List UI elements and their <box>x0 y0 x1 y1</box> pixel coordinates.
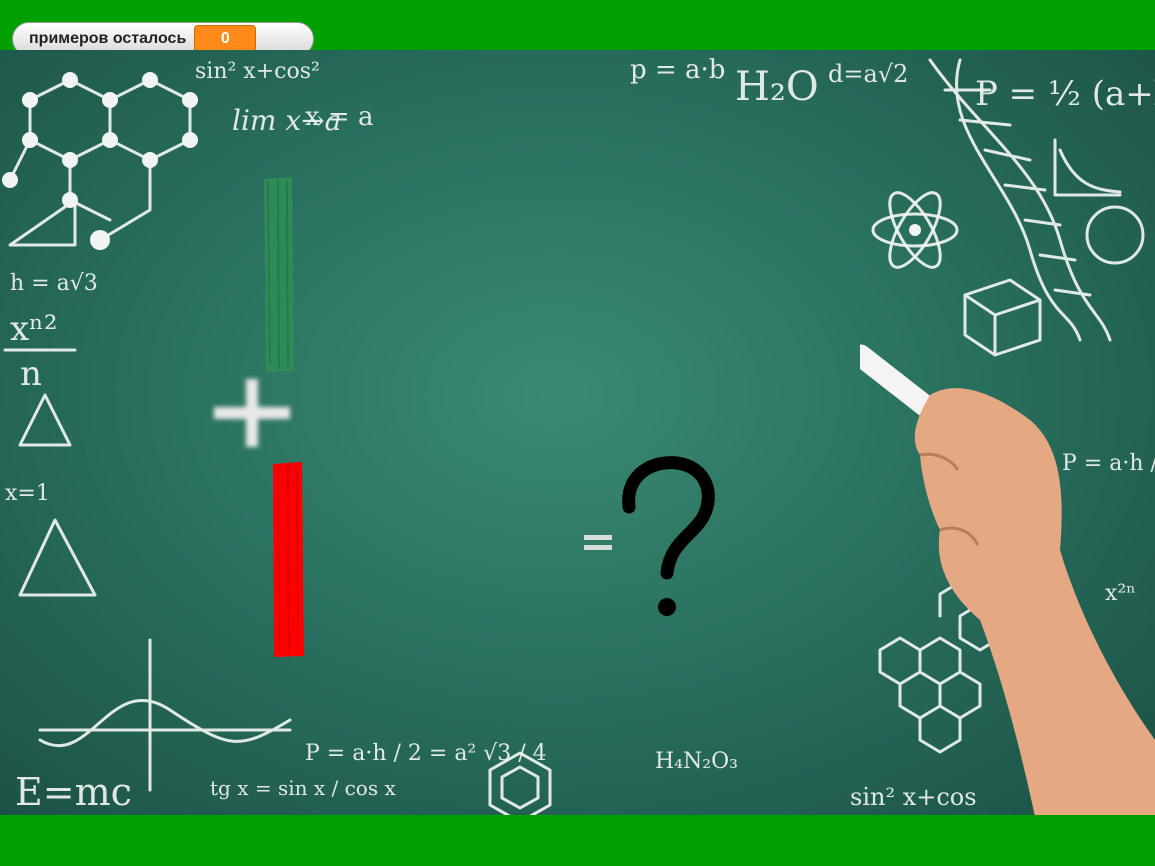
counter-label: примеров осталось <box>29 30 187 47</box>
radiation-icon <box>1085 205 1145 265</box>
formula-text: P = ½ (a+b) <box>975 74 1155 114</box>
graph-doodle <box>38 638 292 792</box>
answer-question-mark[interactable] <box>615 455 725 625</box>
formula-text: d=a√2 <box>828 60 908 88</box>
game-stage: примеров осталось 0 sin² x+cos² p = a·b … <box>0 0 1155 866</box>
formula-text: p = a·b <box>630 55 725 85</box>
formula-text: xⁿ² <box>10 309 58 349</box>
formula-text: H₂O <box>735 64 819 110</box>
chalkboard: sin² x+cos² p = a·b H₂O d=a√2 P = ½ (a+b… <box>0 50 1155 815</box>
molecule-doodle <box>2 72 198 250</box>
formula-text: H₄N₂O₃ <box>655 749 738 774</box>
formula-text: x=1 <box>5 481 50 506</box>
green-stick-shape[interactable] <box>260 175 296 373</box>
plus-sign <box>214 379 290 447</box>
triangle-doodles <box>8 198 97 597</box>
formula-text: sin² x+cos² <box>195 59 320 84</box>
atom-doodle <box>871 191 959 269</box>
hand-with-chalk-image <box>860 344 1155 815</box>
formula-text: n <box>20 354 42 394</box>
plot-doodle <box>1053 138 1122 197</box>
formula-text: x = a <box>305 102 373 132</box>
formula-text: P = a·h / 2 = a² √3 / 4 <box>305 741 547 766</box>
counter-value: 0 <box>194 25 257 53</box>
formula-text: tg x = sin x / cos x <box>210 776 396 800</box>
formula-text: E=mc <box>15 770 132 814</box>
equals-sign <box>584 535 612 550</box>
formula-text: h = a√3 <box>10 271 98 296</box>
red-stick-shape[interactable] <box>268 460 306 658</box>
